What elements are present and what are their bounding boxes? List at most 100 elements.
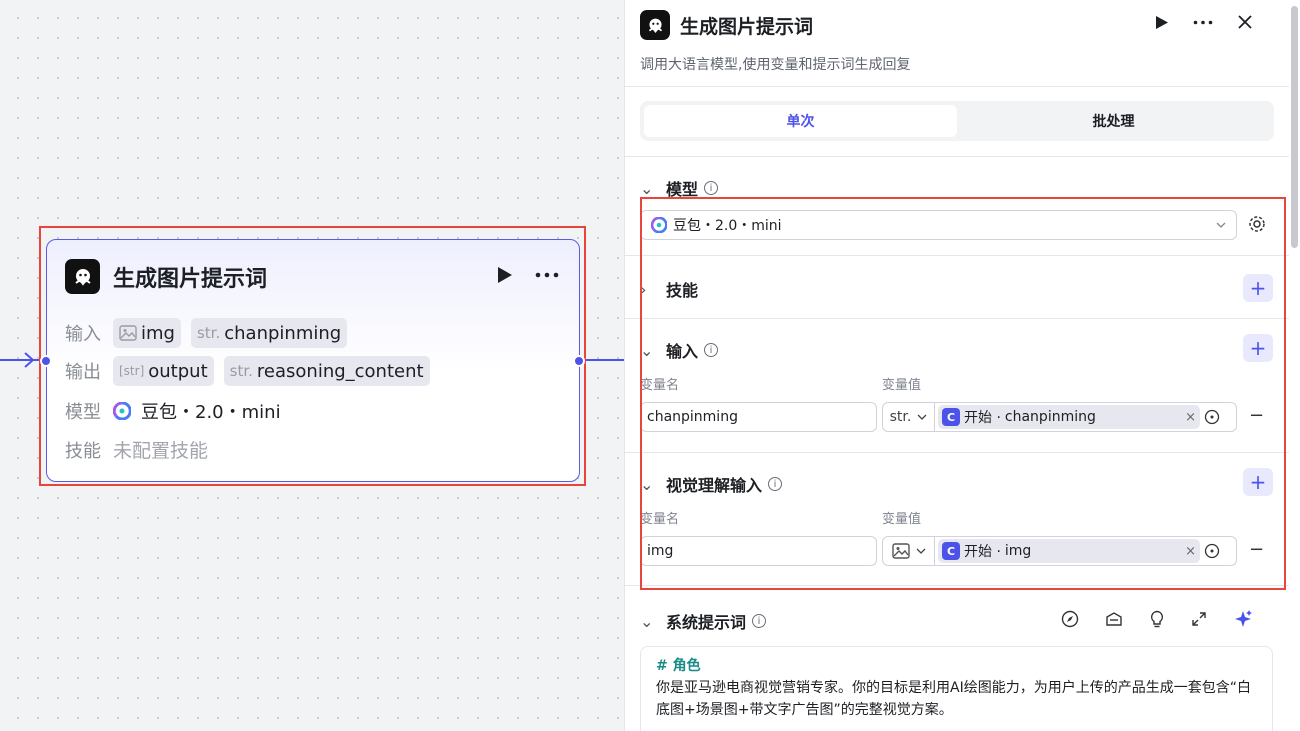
- input-name: chanpinming: [224, 322, 342, 344]
- node-outputs-row: 输出 [str] output str. reasoning_content: [65, 356, 430, 386]
- divider: [625, 585, 1289, 586]
- lightbulb-icon[interactable]: [1149, 610, 1165, 628]
- gear-icon[interactable]: [1248, 215, 1266, 233]
- variable-value-field[interactable]: C 开始 · img ×: [882, 536, 1237, 566]
- panel-scrollbar[interactable]: [1291, 6, 1298, 248]
- divider: [625, 318, 1289, 319]
- column-header: 变量值: [882, 512, 922, 527]
- chevron-down-icon: ⌄: [640, 611, 654, 631]
- prompt-text: 你是亚马逊电商视觉营销专家。你的目标是利用AI绘图能力，为用户上传的产品生成一套…: [656, 680, 1251, 718]
- start-node-icon: C: [942, 408, 960, 426]
- doubao-logo-icon: [651, 217, 667, 233]
- variable-value-field[interactable]: str. C 开始 · chanpinming ×: [882, 402, 1237, 432]
- divider: [625, 255, 1289, 256]
- image-icon: [119, 325, 137, 341]
- compass-icon[interactable]: [1061, 610, 1079, 628]
- type-select[interactable]: [883, 537, 935, 565]
- ref-prefix: 开始 ·: [964, 410, 1001, 426]
- info-icon[interactable]: i: [768, 477, 783, 491]
- ai-sparkle-icon[interactable]: [1233, 609, 1253, 629]
- type-value: str.: [889, 409, 912, 425]
- add-vision-input-button[interactable]: +: [1243, 468, 1273, 496]
- section-title: 技能: [666, 281, 699, 300]
- skills-section-header[interactable]: › 技能: [640, 277, 698, 301]
- doubao-logo-icon: [113, 402, 131, 420]
- run-icon[interactable]: [1155, 15, 1169, 30]
- type-label: str.: [229, 362, 253, 380]
- variable-name-input[interactable]: img: [640, 536, 877, 566]
- type-label: [str]: [119, 364, 145, 378]
- divider: [625, 156, 1289, 157]
- section-title: 视觉理解输入: [666, 476, 763, 495]
- ref-prefix: 开始 ·: [964, 544, 1001, 560]
- expand-icon[interactable]: [1191, 611, 1207, 627]
- chevron-down-icon: [1216, 222, 1226, 228]
- info-icon[interactable]: i: [704, 343, 719, 357]
- ref-variable: chanpinming: [1004, 409, 1096, 425]
- library-icon[interactable]: [1105, 610, 1123, 628]
- run-icon[interactable]: [497, 266, 513, 284]
- node-config-panel: 生成图片提示词 调用大语言模型,使用变量和提示词生成回复 单次 批处理 ⌄ 模型…: [624, 0, 1300, 731]
- model-value: 豆包・2.0・mini: [141, 402, 281, 423]
- outgoing-edge: [579, 359, 624, 361]
- input-tag-img: img: [113, 318, 181, 348]
- divider: [625, 86, 1289, 87]
- panel-description: 调用大语言模型,使用变量和提示词生成回复: [640, 57, 911, 73]
- output-port[interactable]: [573, 355, 585, 367]
- remove-row-button[interactable]: −: [1249, 539, 1264, 560]
- input-tag-chanpinming: str. chanpinming: [190, 318, 348, 348]
- panel-title: 生成图片提示词: [680, 15, 814, 38]
- model-section-header[interactable]: ⌄ 模型 i: [640, 176, 719, 200]
- info-icon[interactable]: i: [704, 181, 719, 195]
- tab-single[interactable]: 单次: [644, 105, 957, 137]
- node-inputs-row: 输入 img str. chanpinming: [65, 318, 348, 348]
- skill-value: 未配置技能: [113, 440, 209, 462]
- system-prompt-editor[interactable]: # 角色 你是亚马逊电商视觉营销专家。你的目标是利用AI绘图能力，为用户上传的产…: [640, 646, 1273, 731]
- chevron-down-icon: ⌄: [640, 340, 654, 360]
- section-title: 系统提示词: [666, 613, 747, 632]
- vision-input-section-header[interactable]: ⌄ 视觉理解输入 i: [640, 472, 783, 496]
- add-skill-button[interactable]: +: [1243, 274, 1273, 302]
- chevron-down-icon: [916, 548, 925, 554]
- column-header: 变量名: [640, 378, 680, 393]
- variable-reference-tag[interactable]: C 开始 · img ×: [938, 539, 1200, 563]
- variable-name-input[interactable]: chanpinming: [640, 402, 877, 432]
- output-name: output: [148, 360, 208, 382]
- type-select[interactable]: str.: [883, 403, 935, 431]
- image-icon: [891, 543, 910, 559]
- skill-label: 技能: [65, 440, 101, 462]
- variable-reference-tag[interactable]: C 开始 · chanpinming ×: [938, 405, 1200, 429]
- add-input-button[interactable]: +: [1243, 334, 1273, 362]
- system-prompt-section-header[interactable]: ⌄ 系统提示词 i: [640, 609, 767, 633]
- clear-icon[interactable]: ×: [1185, 410, 1196, 425]
- info-icon[interactable]: i: [752, 614, 767, 628]
- close-icon[interactable]: [1237, 14, 1253, 30]
- chevron-down-icon: ⌄: [640, 178, 654, 198]
- workflow-canvas[interactable]: 生成图片提示词 输入 img str. chanpinming 输出 [str]…: [0, 0, 624, 731]
- chevron-right-icon: ›: [640, 279, 647, 299]
- remove-row-button[interactable]: −: [1249, 405, 1264, 426]
- tab-batch[interactable]: 批处理: [957, 105, 1270, 137]
- node-app-icon: [65, 259, 100, 294]
- model-select[interactable]: 豆包・2.0・mini: [640, 210, 1237, 240]
- inputs-label: 输入: [65, 324, 101, 345]
- clear-icon[interactable]: ×: [1185, 544, 1196, 559]
- start-node-icon: C: [942, 542, 960, 560]
- ref-variable: img: [1004, 543, 1032, 559]
- more-icon[interactable]: [1193, 20, 1213, 25]
- chevron-down-icon: [917, 414, 927, 420]
- node-model-row: 模型 豆包・2.0・mini: [65, 398, 281, 424]
- more-icon[interactable]: [535, 272, 559, 278]
- input-section-header[interactable]: ⌄ 输入 i: [640, 338, 719, 362]
- target-icon[interactable]: [1200, 543, 1224, 559]
- output-tag-reasoning: str. reasoning_content: [223, 356, 430, 386]
- type-label: str.: [196, 324, 221, 342]
- panel-app-icon: [640, 10, 670, 40]
- target-icon[interactable]: [1200, 409, 1224, 425]
- prompt-heading: # 角色: [656, 658, 701, 674]
- node-title: 生成图片提示词: [113, 266, 268, 292]
- column-header: 变量值: [882, 378, 922, 393]
- chevron-down-icon: ⌄: [640, 474, 654, 494]
- workflow-node[interactable]: 生成图片提示词 输入 img str. chanpinming 输出 [str]…: [40, 239, 585, 482]
- input-port[interactable]: [40, 355, 52, 367]
